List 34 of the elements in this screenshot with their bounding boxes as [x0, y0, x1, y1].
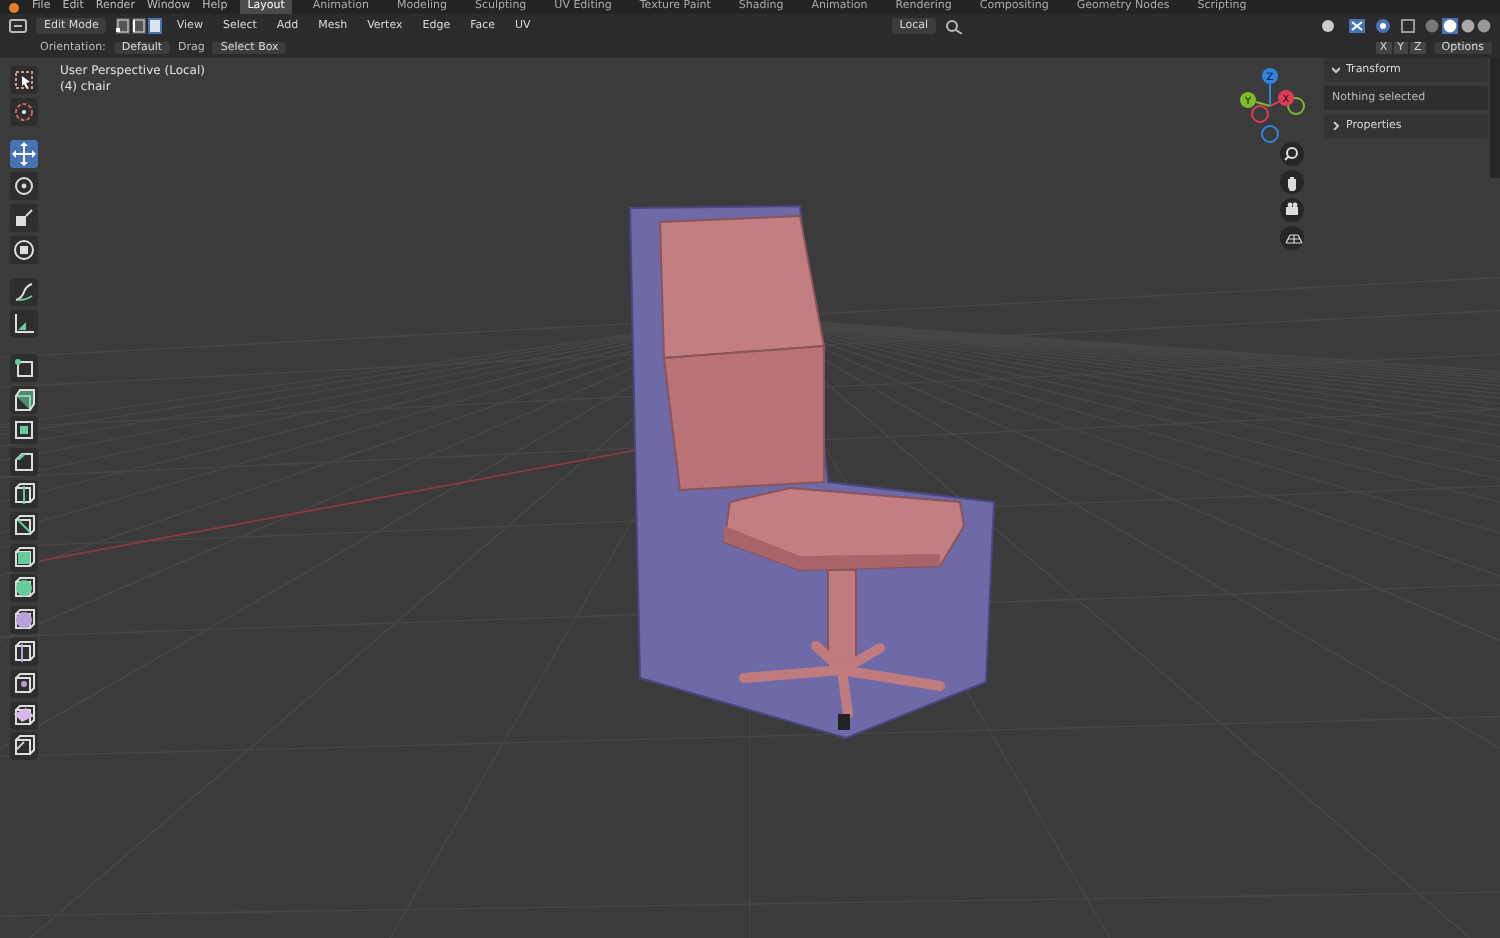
logo-icon[interactable]	[8, 1, 20, 13]
scale-tool-button[interactable]	[10, 203, 38, 232]
grid-view-button[interactable]	[1280, 226, 1304, 250]
gizmo-toggle-icon[interactable]	[1348, 18, 1366, 34]
overlay-toggle-icon[interactable]	[1374, 18, 1392, 34]
shear-tool-button[interactable]	[10, 701, 38, 730]
measure-tool-button[interactable]	[10, 310, 38, 339]
select-tool-button[interactable]	[10, 66, 38, 94]
face-select-button[interactable]	[147, 18, 162, 34]
vertex-select-button[interactable]	[115, 18, 130, 34]
bevel-tool-button[interactable]	[10, 448, 38, 477]
transform-tool-button[interactable]	[10, 235, 38, 264]
annotate-tool-button[interactable]	[10, 278, 38, 307]
spin-tool-button[interactable]	[10, 574, 38, 603]
editor-type-icon[interactable]	[8, 18, 28, 34]
smooth-tool-button[interactable]	[10, 606, 38, 635]
inset-tool-button[interactable]	[10, 416, 38, 445]
xray-icon[interactable]	[1400, 18, 1416, 34]
rip-tool-button[interactable]	[10, 732, 38, 761]
rotate-tool-button[interactable]	[10, 172, 38, 201]
edgeslide-tool-button[interactable]	[10, 637, 38, 666]
polybuild-tool-button[interactable]	[10, 543, 38, 572]
shading-mode-icon[interactable]	[1424, 18, 1492, 34]
zoom-button[interactable]	[1280, 142, 1304, 166]
move-tool-button[interactable]	[10, 140, 38, 169]
edge-select-button[interactable]	[131, 18, 146, 34]
hand-button[interactable]	[1280, 170, 1304, 194]
extrude-tool-button[interactable]	[10, 385, 38, 414]
knife-tool-button[interactable]	[10, 511, 38, 540]
cursor-tool-button[interactable]	[10, 97, 38, 126]
loopcut-tool-button[interactable]	[10, 479, 38, 508]
shrink-tool-button[interactable]	[10, 669, 38, 698]
addcube-tool-button[interactable]	[10, 353, 38, 382]
camera-button[interactable]	[1280, 198, 1304, 222]
